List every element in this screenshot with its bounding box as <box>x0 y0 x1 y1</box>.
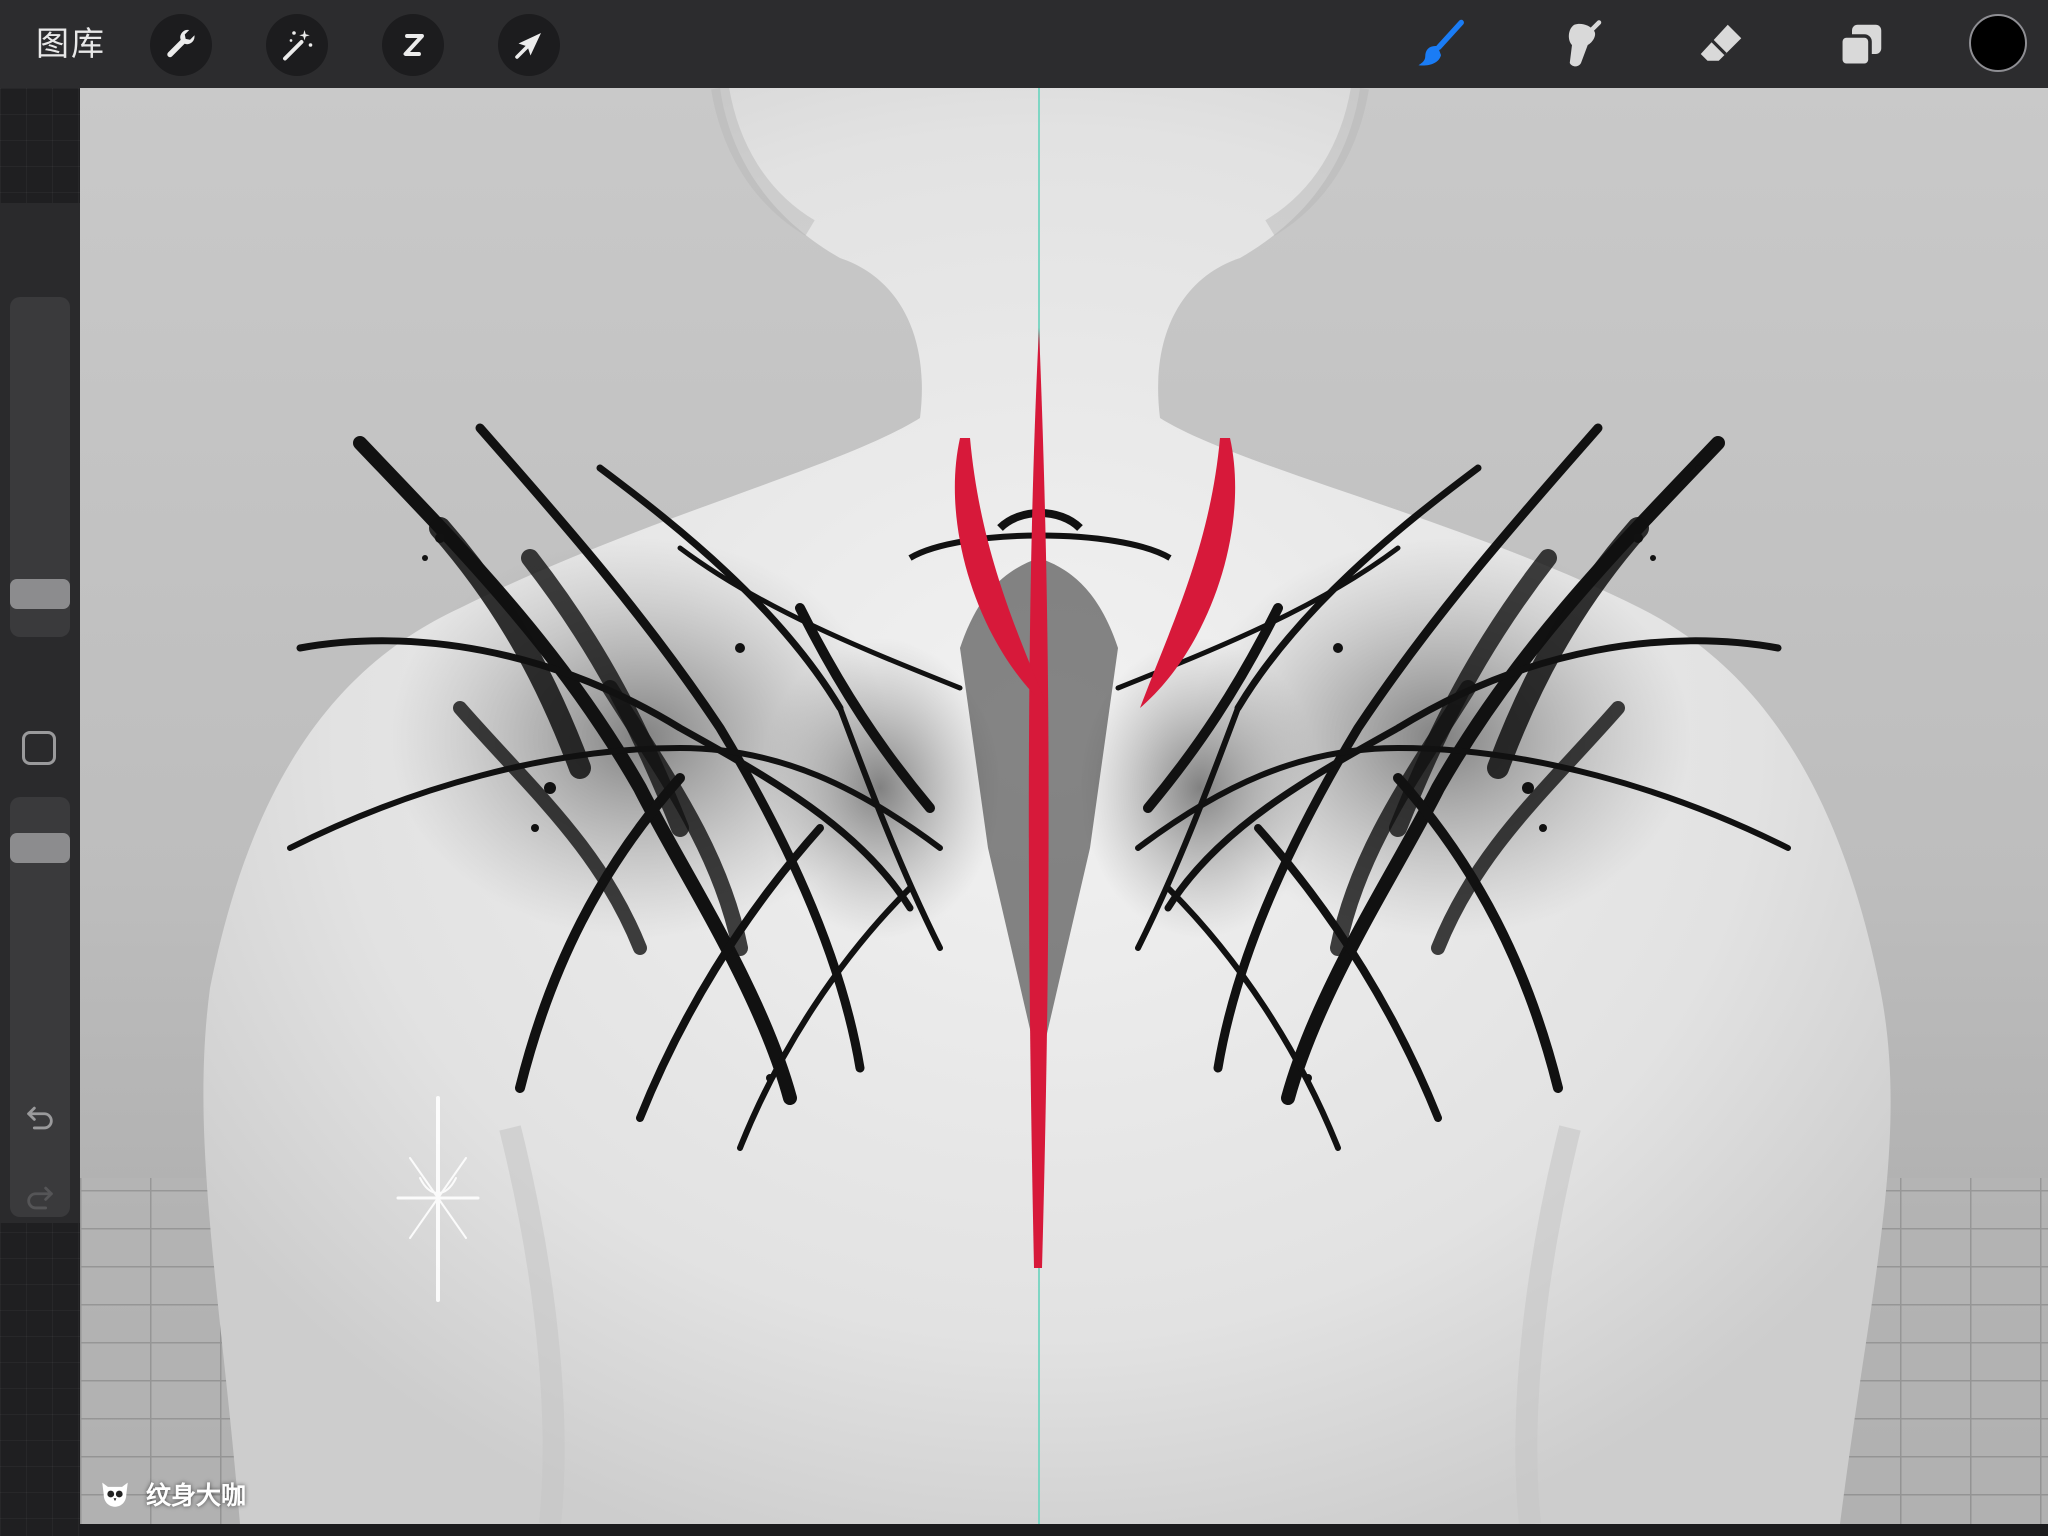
sidebar-panel <box>0 203 80 1223</box>
layers-icon <box>1838 24 1882 68</box>
wrench-icon <box>167 29 195 58</box>
watermark-text: 纹身大咖 <box>146 1481 247 1510</box>
eraser-icon <box>1700 24 1742 61</box>
selection-icon <box>403 34 424 56</box>
drawing-canvas[interactable]: 纹身大咖 <box>80 88 2048 1524</box>
left-sidebar <box>0 88 80 1536</box>
owl-logo-icon <box>102 1482 128 1507</box>
modify-button[interactable] <box>22 731 56 765</box>
brush-size-thumb[interactable] <box>10 579 70 609</box>
opacity-thumb[interactable] <box>10 833 70 863</box>
erase-button[interactable] <box>1690 14 1752 76</box>
smudge-button[interactable] <box>1550 14 1612 76</box>
transform-arrow-icon <box>515 33 541 59</box>
selection-button[interactable] <box>382 14 444 76</box>
paint-button[interactable] <box>1410 14 1472 76</box>
gallery-button[interactable]: 图库 <box>36 22 106 66</box>
top-toolbar: 图库 <box>0 0 2048 88</box>
watermark: 纹身大咖 <box>98 1472 246 1516</box>
canvas-artwork <box>80 88 2048 1524</box>
color-picker-button[interactable] <box>1969 14 2027 72</box>
adjustments-button[interactable] <box>266 14 328 76</box>
redo-icon <box>27 1186 53 1210</box>
undo-button[interactable] <box>18 1096 62 1140</box>
magic-wand-icon <box>283 30 313 61</box>
redo-button[interactable] <box>18 1176 62 1220</box>
transform-button[interactable] <box>498 14 560 76</box>
layers-button[interactable] <box>1830 14 1892 76</box>
undo-icon <box>27 1106 53 1130</box>
actions-button[interactable] <box>150 14 212 76</box>
bottom-edge <box>0 1524 2048 1536</box>
smudge-icon <box>1568 20 1602 67</box>
brush-icon <box>1418 19 1464 66</box>
